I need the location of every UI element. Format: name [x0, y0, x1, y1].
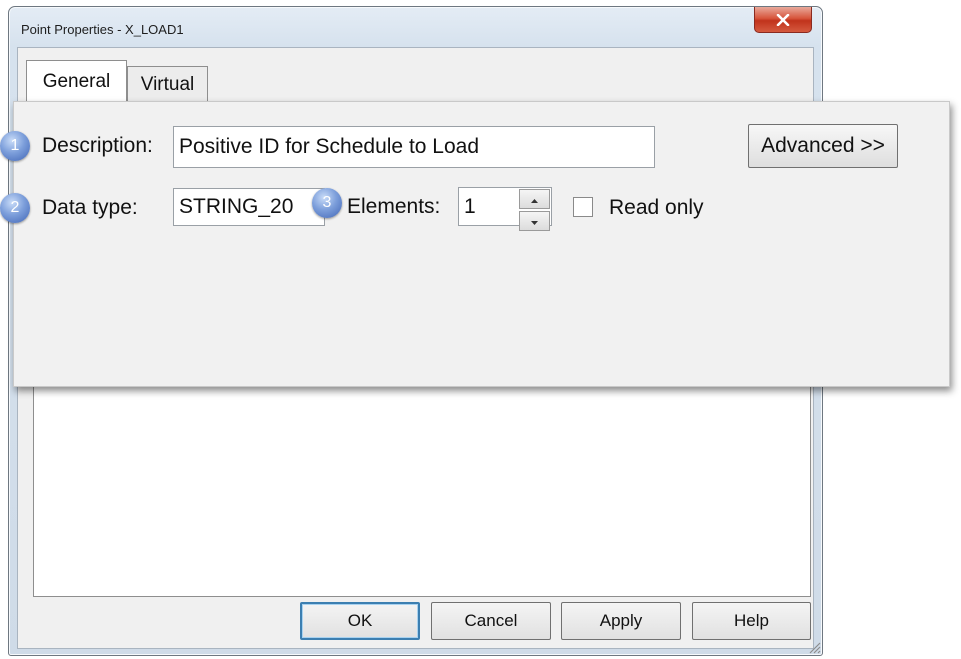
callout-badge-1: 1 — [0, 131, 30, 161]
description-value: Positive ID for Schedule to Load — [179, 135, 480, 158]
callout-badge-3: 3 — [312, 188, 342, 218]
help-button[interactable]: Help — [692, 602, 811, 640]
data-type-select[interactable]: STRING_20 — [173, 188, 325, 226]
data-type-value: STRING_20 — [179, 195, 294, 218]
tab-general[interactable]: General — [26, 60, 127, 103]
general-fields-zoom-panel: Description: Positive ID for Schedule to… — [13, 101, 950, 387]
elements-label: Elements: — [347, 195, 441, 218]
spin-up-button[interactable] — [519, 189, 550, 209]
tab-virtual-label: Virtual — [140, 74, 195, 95]
window-title: Point Properties - X_LOAD1 — [21, 22, 184, 37]
ok-button-label: OK — [347, 611, 373, 630]
help-button-label: Help — [734, 611, 769, 630]
tab-general-label: General — [42, 71, 111, 92]
resize-grip-icon[interactable] — [807, 640, 821, 654]
apply-button[interactable]: Apply — [561, 602, 681, 640]
advanced-button[interactable]: Advanced >> — [748, 124, 898, 168]
spin-up-icon — [531, 190, 538, 208]
read-only-checkbox[interactable] — [573, 197, 593, 217]
apply-button-label: Apply — [599, 611, 643, 630]
callout-number: 1 — [10, 137, 20, 154]
callout-number: 3 — [322, 194, 332, 211]
spin-down-icon — [531, 212, 538, 230]
title-bar[interactable]: Point Properties - X_LOAD1 — [9, 7, 822, 45]
elements-input[interactable]: 1 — [458, 187, 520, 226]
read-only-label: Read only — [609, 196, 704, 219]
callout-badge-2: 2 — [0, 193, 30, 223]
cancel-button-label: Cancel — [464, 611, 518, 630]
tab-virtual[interactable]: Virtual — [127, 66, 208, 103]
close-icon — [776, 13, 790, 26]
ok-button[interactable]: OK — [300, 602, 420, 640]
advanced-button-label: Advanced >> — [761, 134, 885, 157]
elements-spinner — [518, 187, 552, 231]
cancel-button[interactable]: Cancel — [431, 602, 551, 640]
callout-number: 2 — [10, 199, 20, 216]
description-label: Description: — [42, 134, 153, 157]
elements-value: 1 — [464, 194, 476, 218]
description-input[interactable]: Positive ID for Schedule to Load — [173, 126, 655, 168]
data-type-label: Data type: — [42, 196, 138, 219]
close-button[interactable] — [754, 7, 812, 33]
spin-down-button[interactable] — [519, 211, 550, 231]
